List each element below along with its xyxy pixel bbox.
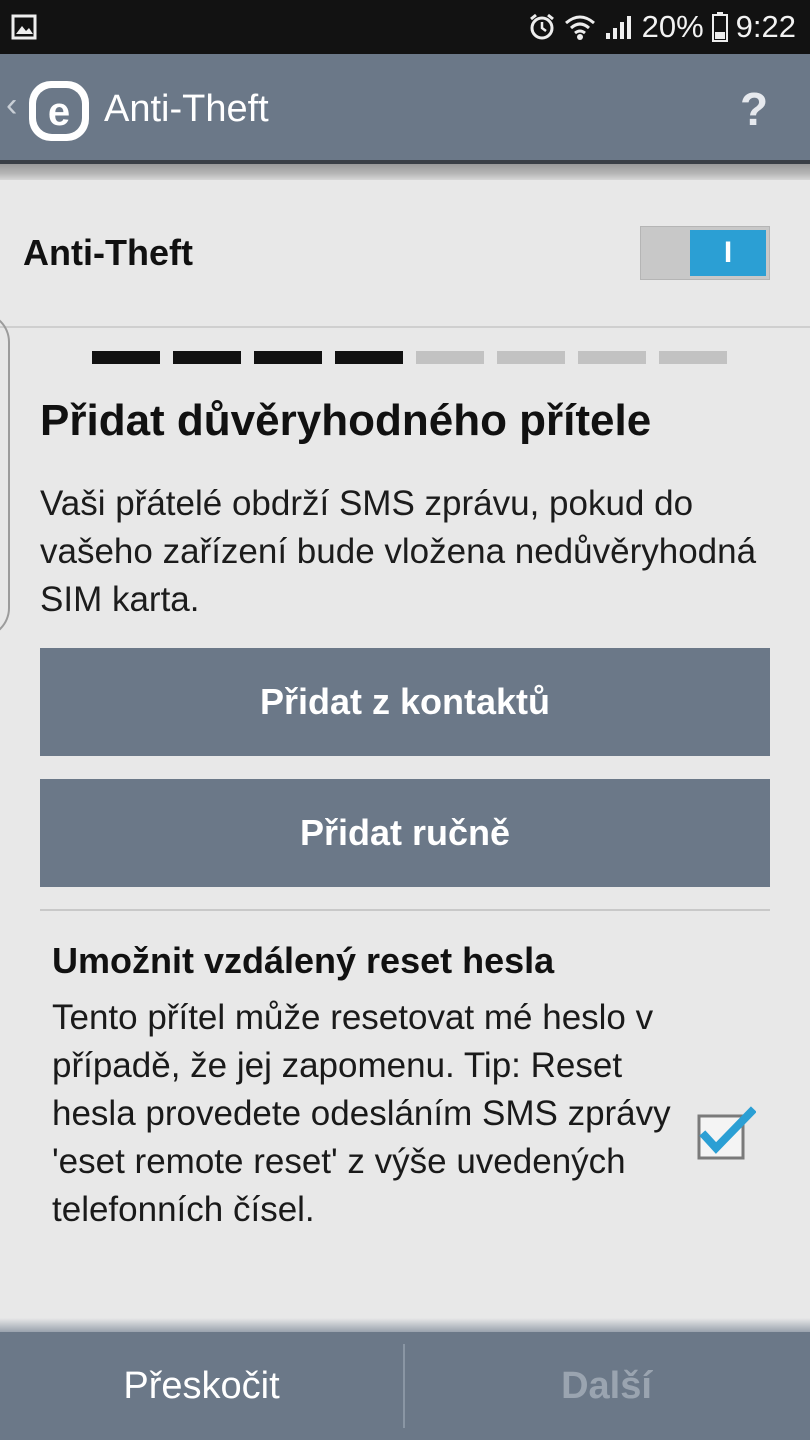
help-button[interactable]: ? [740, 82, 768, 136]
progress-step [92, 351, 160, 364]
progress-step [173, 351, 241, 364]
progress-step [578, 351, 646, 364]
app-title: Anti-Theft [104, 88, 269, 130]
clock: 9:22 [735, 9, 796, 44]
feature-label: Anti-Theft [23, 232, 193, 273]
status-bar: 20% 9:22 [0, 0, 810, 54]
anti-theft-toggle[interactable]: I [640, 226, 770, 280]
page-description: Vaši přátelé obdrží SMS zprávu, pokud do… [40, 484, 757, 619]
divider [40, 909, 770, 911]
remote-reset-description: Tento přítel může resetovat mé heslo v p… [52, 998, 671, 1229]
back-chevron-icon[interactable]: ‹ [6, 88, 17, 122]
divider [0, 326, 810, 328]
battery-percent: 20% [641, 9, 704, 44]
add-manually-button[interactable]: Přidat ručně [40, 779, 770, 887]
page-title: Přidat důvěryhodného přítele [40, 396, 652, 445]
battery-icon [711, 12, 728, 42]
add-from-contacts-button[interactable]: Přidat z kontaktů [40, 648, 770, 756]
remote-reset-checkbox[interactable] [696, 1106, 756, 1162]
wizard-progress [92, 351, 727, 364]
progress-step [335, 351, 403, 364]
svg-text:e: e [48, 90, 70, 134]
side-drawer-edge [0, 312, 10, 638]
bottom-bar-shadow [0, 1318, 810, 1332]
gallery-icon [11, 14, 37, 40]
wifi-icon [564, 15, 595, 40]
skip-button[interactable]: Přeskočit [0, 1332, 403, 1440]
eset-logo-icon[interactable]: e [26, 78, 92, 144]
progress-step [497, 351, 565, 364]
alarm-icon [529, 13, 554, 40]
progress-step [254, 351, 322, 364]
progress-step [416, 351, 484, 364]
toggle-knob: I [690, 230, 766, 276]
app-bar-shadow [0, 160, 810, 180]
next-button[interactable]: Další [405, 1332, 808, 1440]
remote-reset-title: Umožnit vzdálený reset hesla [52, 940, 555, 981]
progress-step [659, 351, 727, 364]
signal-icon [605, 16, 631, 39]
